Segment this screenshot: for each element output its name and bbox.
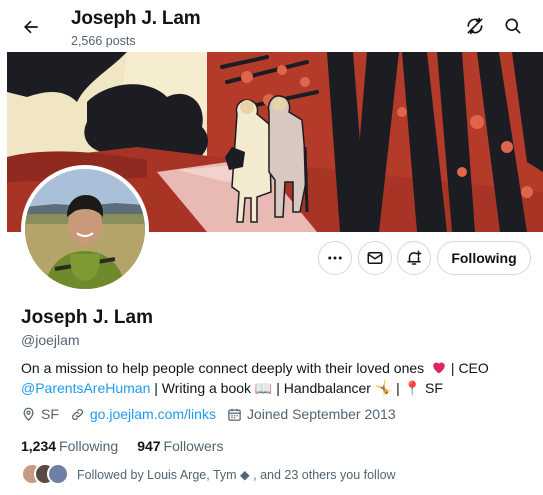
profile-stats: 1,234 Following 947 Followers	[21, 438, 242, 454]
page-title: Joseph J. Lam	[71, 8, 201, 29]
following-button[interactable]: Following	[437, 241, 531, 275]
location-text: SF	[41, 406, 59, 422]
back-arrow-icon	[24, 20, 38, 34]
following-label: Following	[59, 438, 119, 454]
follower-avatar	[47, 463, 69, 485]
avatar-photo	[25, 169, 145, 289]
profile-avatar[interactable]	[21, 165, 149, 293]
refresh-off-button[interactable]	[462, 13, 488, 39]
more-button[interactable]	[318, 241, 352, 275]
profile-bio: On a mission to help people connect deep…	[21, 359, 531, 398]
followed-by-text: Followed by Louis Arge, Tym ◆ , and 23 o…	[77, 467, 396, 482]
refresh-off-icon	[467, 17, 483, 35]
follower-avatars	[21, 463, 71, 485]
profile-name: Joseph J. Lam	[21, 307, 153, 328]
profile-handle: @joejlam	[21, 332, 80, 348]
heart-emoji	[433, 362, 445, 374]
bio-mention-link[interactable]: @ParentsAreHuman	[21, 380, 150, 396]
followers-count-link[interactable]: 947 Followers	[137, 438, 223, 454]
calendar-icon	[228, 408, 241, 421]
following-count-link[interactable]: 1,234 Following	[21, 438, 118, 454]
bio-ceo: | CEO	[447, 360, 489, 376]
following-count: 1,234	[21, 438, 57, 454]
location: SF	[21, 406, 59, 422]
search-button[interactable]	[500, 13, 526, 39]
mail-icon	[367, 252, 383, 264]
posts-count: 2,566 posts	[71, 34, 136, 48]
notifications-button[interactable]	[397, 241, 431, 275]
message-button[interactable]	[358, 241, 392, 275]
followers-count: 947	[137, 438, 161, 454]
bio-text: On a mission to help people connect deep…	[21, 360, 425, 376]
link-icon	[71, 408, 83, 420]
website: go.joejlam.com/links	[70, 406, 216, 422]
notification-bell-icon	[407, 250, 422, 265]
more-icon	[328, 256, 342, 260]
profile-meta: SF go.joejlam.com/links Joined September…	[21, 406, 407, 422]
followed-by[interactable]: Followed by Louis Arge, Tym ◆ , and 23 o…	[21, 463, 396, 485]
join-date-text: Joined September 2013	[246, 406, 396, 422]
search-icon	[505, 18, 521, 34]
back-button[interactable]	[16, 12, 46, 42]
join-date: Joined September 2013	[227, 406, 396, 422]
location-icon	[23, 407, 34, 421]
followers-label: Followers	[163, 438, 224, 454]
top-bar: Joseph J. Lam 2,566 posts	[0, 0, 543, 52]
website-link[interactable]: go.joejlam.com/links	[90, 406, 216, 422]
bio-text-2: | Writing a book 📖 | Handbalancer 🤸 | 📍 …	[150, 379, 443, 396]
